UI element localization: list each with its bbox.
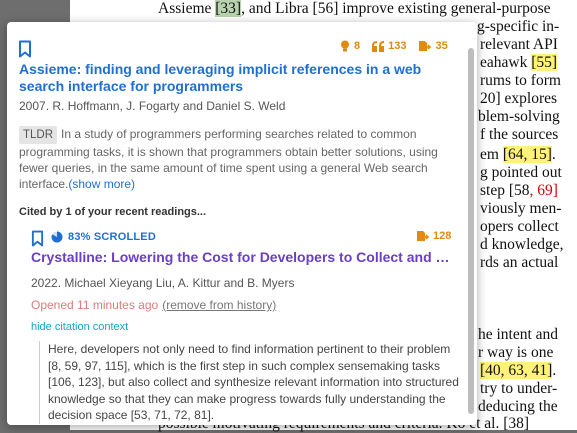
citation-ref[interactable]: , 69]: [530, 182, 558, 199]
remove-from-history-link[interactable]: (remove from history): [162, 298, 276, 312]
paper-line: g-specific in-: [477, 18, 560, 35]
paper-line: Assieme [33], and Libra [56] improve exi…: [158, 0, 551, 17]
bookmark-icon[interactable]: [18, 40, 32, 58]
paper-line: d knowledge,: [480, 236, 564, 253]
references-icon: [418, 40, 432, 52]
paper-meta: 2007. R. Hoffmann, J. Fogarty and Daniel…: [19, 99, 286, 113]
cited-by-header: Cited by 1 of your recent readings...: [19, 206, 207, 218]
citing-paper-title[interactable]: Crystalline: Lowering the Cost for Devel…: [31, 249, 456, 266]
paper-line: 20] explores: [480, 90, 558, 107]
paper-line: deducing the: [478, 398, 558, 415]
citation-ref[interactable]: [33]: [215, 0, 242, 17]
paper-line: r way is one: [478, 344, 554, 361]
scrollbar[interactable]: [468, 48, 474, 414]
paper-line: rds an actual: [480, 254, 559, 271]
citation-ref[interactable]: [64, 15]: [502, 146, 552, 163]
hide-citation-context-link[interactable]: hide citation context: [31, 321, 128, 333]
citing-stats: 128: [416, 230, 451, 242]
lightbulb-icon: [340, 40, 350, 52]
progress-pie-icon: [51, 231, 63, 243]
bookmark-icon[interactable]: [31, 230, 44, 247]
paper-line: f the sources: [480, 126, 559, 143]
tldr-badge: TLDR: [19, 126, 58, 144]
paper-line: [40, 63, 41].: [480, 362, 557, 379]
citation-ref[interactable]: [40, 63, 41]: [480, 362, 553, 379]
quote-icon: [372, 40, 385, 52]
paper-line: step [58, 69]: [480, 182, 558, 199]
references-icon: [416, 230, 429, 242]
influential-count: 8: [354, 40, 361, 52]
tldr-block: TLDR In a study of programmers performing…: [19, 126, 449, 192]
paper-line: eahawk [55]: [480, 54, 558, 71]
paper-line: g pointed out: [480, 164, 562, 181]
paper-line: blem-solving: [478, 108, 560, 125]
reference-count: 35: [435, 40, 448, 52]
paper-line: rums to form: [480, 72, 561, 89]
paper-stats: 8 133 35: [340, 40, 448, 52]
citation-count: 133: [388, 40, 407, 52]
scrolled-label: 83% SCROLLED: [68, 231, 156, 243]
paper-line: relevant API: [480, 36, 558, 53]
citation-context: Here, developers not only need to find i…: [39, 341, 466, 424]
reference-count: 128: [433, 230, 452, 242]
paper-line: viously men-: [480, 200, 562, 217]
citation-ref[interactable]: [55]: [531, 54, 558, 71]
paper-line: opers collect: [480, 218, 559, 235]
citation-popup-card: 8 133 35 Assieme: finding and leveraging…: [7, 22, 477, 425]
citing-paper-meta: 2022. Michael Xieyang Liu, A. Kittur and…: [31, 276, 295, 290]
paper-line: em [64, 15].: [480, 146, 556, 163]
paper-line: try to under-: [480, 380, 558, 397]
history-row: Opened 11 minutes ago (remove from histo…: [31, 298, 276, 312]
scroll-progress: 83% SCROLLED: [51, 231, 156, 243]
paper-title[interactable]: Assieme: finding and leveraging implicit…: [19, 61, 459, 95]
show-more-link[interactable]: (show more): [68, 177, 135, 191]
paper-line: he intent and: [478, 326, 559, 343]
opened-time: Opened 11 minutes ago: [31, 298, 159, 312]
